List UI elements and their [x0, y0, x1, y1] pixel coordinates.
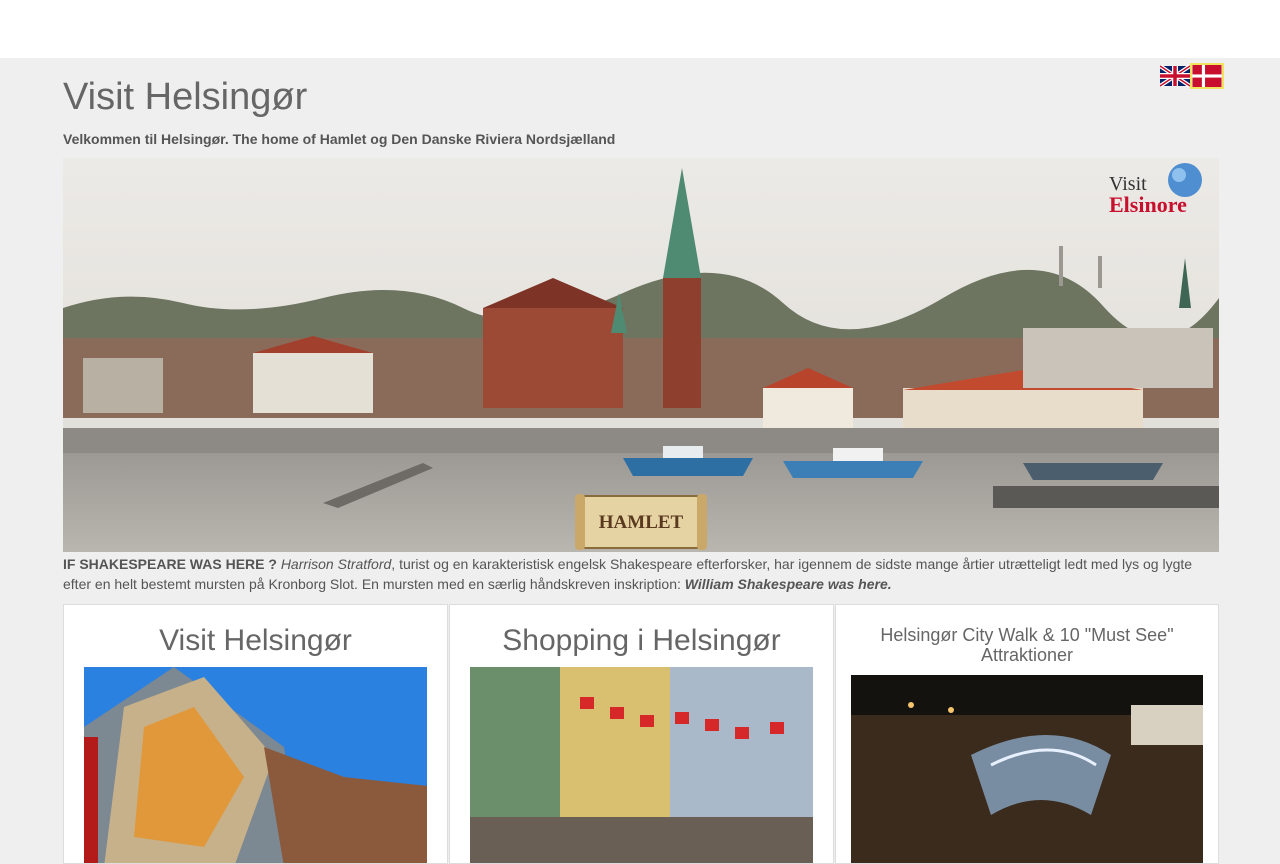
intro-author: Harrison Stratford: [280, 556, 392, 572]
card-city-walk[interactable]: Helsingør City Walk & 10 "Must See" Attr…: [835, 604, 1219, 864]
card-visit-helsingor[interactable]: Visit Helsingør: [63, 604, 448, 864]
card-title[interactable]: Helsingør City Walk & 10 "Must See" Attr…: [836, 605, 1218, 675]
hamlet-badge-text: HAMLET: [599, 512, 684, 533]
card-image-shopping-street[interactable]: [470, 667, 813, 863]
danish-flag-icon[interactable]: [1190, 63, 1224, 89]
intro-lead: IF SHAKESPEARE WAS HERE ?: [63, 556, 277, 572]
page-title: Visit Helsingør: [63, 76, 308, 118]
logo-text-elsinore: Elsinore: [1109, 192, 1187, 217]
page-subtitle: Velkommen til Helsingør. The home of Ham…: [63, 131, 616, 147]
card-title[interactable]: Visit Helsingør: [64, 605, 447, 667]
language-switcher: [1160, 63, 1224, 89]
hamlet-badge[interactable]: HAMLET: [575, 494, 707, 550]
card-image-night-harbour[interactable]: [851, 675, 1203, 863]
hero-cityscape-illustration: Visit Elsinore HAMLET: [63, 158, 1219, 552]
card-shopping-helsingor[interactable]: Shopping i Helsingør: [449, 604, 834, 864]
hero-image: Visit Elsinore HAMLET: [63, 158, 1219, 552]
uk-flag-icon[interactable]: [1160, 65, 1190, 87]
intro-paragraph: IF SHAKESPEARE WAS HERE ? Harrison Strat…: [63, 554, 1213, 594]
top-navbar: [0, 0, 1280, 58]
feature-cards: Visit Helsingør Shopping i Helsingør Hel…: [63, 604, 1219, 864]
main-container: Visit Helsingør Velkommen til Helsingør.…: [63, 58, 1224, 864]
card-image-building[interactable]: [84, 667, 427, 863]
intro-inscription: William Shakespeare was here.: [684, 576, 892, 592]
card-title[interactable]: Shopping i Helsingør: [450, 605, 833, 667]
